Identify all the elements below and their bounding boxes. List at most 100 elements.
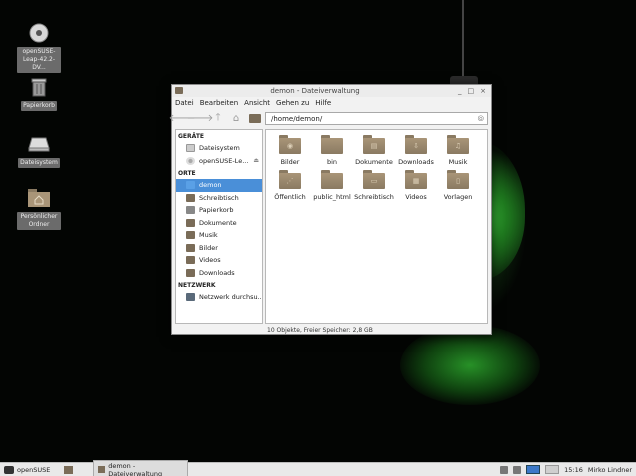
close-button[interactable]: × [480,87,486,95]
folder-name: Videos [405,193,427,201]
folder-icon: ◉ [279,135,301,154]
sidebar-item-label: demon [199,181,222,190]
folder-name: bin [326,158,338,166]
folder-item-bilder[interactable]: ◉ Bilder [269,135,311,166]
status-bar: 10 Objekte, Freier Speicher: 2,8 GB [267,327,373,334]
sidebar-item-label: Downloads [199,268,235,277]
folder-name: Dokumente [355,158,393,166]
file-manager-window[interactable]: demon - Dateiverwaltung _ □ × Datei Bear… [169,84,492,335]
network-icon [186,293,195,302]
drive-icon [186,144,195,153]
start-button[interactable]: openSUSE [0,465,60,474]
menubar: Datei Bearbeiten Ansicht Gehen zu Hilfe [172,97,491,108]
workspace-1-icon[interactable] [526,465,541,474]
folder-name: Öffentlich [274,193,306,201]
desktop-icon-filesystem[interactable]: Dateisystem [17,133,61,168]
sidebar-item-network[interactable]: Netzwerk durchsu... [176,291,262,304]
desktop-icon-home[interactable]: Persönlicher Ordner [17,187,61,230]
folder-item-musik[interactable]: ♫ Musik [437,135,479,166]
disc-icon [28,22,50,44]
folder-icon [175,87,183,94]
sidebar-heading-devices: GERÄTE [178,133,205,140]
menu-ansicht[interactable]: Ansicht [244,99,270,107]
window-title: demon - Dateiverwaltung [270,87,360,95]
clock[interactable]: 15:16 [564,466,583,474]
folder-item-schreibtisch[interactable]: ▭ Schreibtisch [353,170,395,201]
folder-item-videos[interactable]: ▦ Videos [395,170,437,201]
workspace-2-icon[interactable] [545,465,560,474]
clear-icon[interactable]: ⦾ [478,114,484,124]
volume-icon[interactable] [500,465,509,474]
folder-name: Vorlagen [443,193,473,201]
menu-hilfe[interactable]: Hilfe [315,99,331,107]
bulb-reflection [400,325,540,405]
folder-icon: ▯ [447,170,469,189]
folder-item-oeffentlich[interactable]: ⋰ Öffentlich [269,170,311,201]
sidebar-item-opensuse[interactable]: openSUSE-Le... ⏏ [176,155,262,168]
folder-item-downloads[interactable]: ⇩ Downloads [395,135,437,166]
drive-icon [28,133,50,155]
folder-icon [186,243,195,252]
sidebar-item-videos[interactable]: Videos [176,254,262,267]
sidebar-item-demon[interactable]: demon [176,179,262,192]
folder-item-dokumente[interactable]: ▤ Dokumente [353,135,395,166]
menu-bearbeiten[interactable]: Bearbeiten [200,99,238,107]
sidebar-item-label: Dokumente [199,218,237,227]
sidebar-item-bilder[interactable]: Bilder [176,242,262,255]
desktop-icon-label: Dateisystem [18,158,60,168]
folder-icon: ⇩ [405,135,427,154]
window-titlebar[interactable]: demon - Dateiverwaltung _ □ × [172,85,491,97]
up-arrow-icon[interactable]: 🡑 [212,112,224,124]
home-folder-icon [28,187,50,209]
file-view[interactable]: ◉ Bilder bin ▤ Dokumente ⇩ Downloads ♫ M… [265,129,488,334]
bulb-wire [462,0,464,80]
sidebar-item-label: Musik [199,231,218,240]
minimize-button[interactable]: _ [458,87,462,95]
desktop-icon-dvd[interactable]: openSUSE-Leap-42.2-DV... [17,22,61,73]
sidebar-heading-places: ORTE [178,170,196,177]
location-bar[interactable]: /home/demon/ ⦾ [265,112,488,125]
taskbar: openSUSE demon - Dateiverwaltung 15:16 M… [0,459,636,476]
folder-item-vorlagen[interactable]: ▯ Vorlagen [437,170,479,201]
folder-icon: ⋰ [279,170,301,189]
sidebar-item-dateisystem[interactable]: Dateisystem [176,142,262,155]
folder-icon [98,466,106,473]
folder-name: public_html [313,193,351,201]
task-label: demon - Dateiverwaltung [108,461,163,476]
folder-icon [186,256,195,265]
folder-icon [321,170,343,189]
maximize-button[interactable]: □ [468,87,475,95]
disc-icon [186,156,195,165]
home-icon [186,181,195,190]
desktop-icon-trash[interactable]: Papierkorb [17,76,61,111]
menu-gehen-zu[interactable]: Gehen zu [276,99,309,107]
sidebar-item-downloads[interactable]: Downloads [176,267,262,280]
folder-item-bin[interactable]: bin [311,135,353,166]
places-sidebar: GERÄTE Dateisystem openSUSE-Le... ⏏ ORTE… [175,129,263,324]
sidebar-item-schreibtisch[interactable]: Schreibtisch [176,192,262,205]
folder-icon[interactable] [64,465,73,474]
system-tray: 15:16 Mirko Lindner [500,465,636,474]
home-icon[interactable]: ⌂ [230,112,242,124]
start-label: openSUSE [17,465,51,474]
folder-icon [186,268,195,277]
sidebar-item-papierkorb[interactable]: Papierkorb [176,204,262,217]
menu-datei[interactable]: Datei [175,99,194,107]
taskbar-task-file-manager[interactable]: demon - Dateiverwaltung [93,459,188,476]
desktop-icon-label: Persönlicher Ordner [17,212,61,230]
desktop-icon-label: openSUSE-Leap-42.2-DV... [17,47,61,73]
trash-icon [28,76,50,98]
folder-name: Schreibtisch [354,193,394,201]
network-icon[interactable] [513,465,522,474]
sidebar-item-label: Videos [199,256,221,265]
folder-icon [249,114,261,123]
sidebar-item-label: Netzwerk durchsu... [199,293,263,302]
forward-arrow-icon[interactable]: 🡒 [187,112,214,124]
folder-item-public-html[interactable]: public_html [311,170,353,201]
user-name[interactable]: Mirko Lindner [588,466,632,474]
folder-name: Downloads [398,158,434,166]
eject-icon[interactable]: ⏏ [253,157,259,164]
folder-icon [321,135,343,154]
sidebar-item-musik[interactable]: Musik [176,229,262,242]
sidebar-item-dokumente[interactable]: Dokumente [176,217,262,230]
